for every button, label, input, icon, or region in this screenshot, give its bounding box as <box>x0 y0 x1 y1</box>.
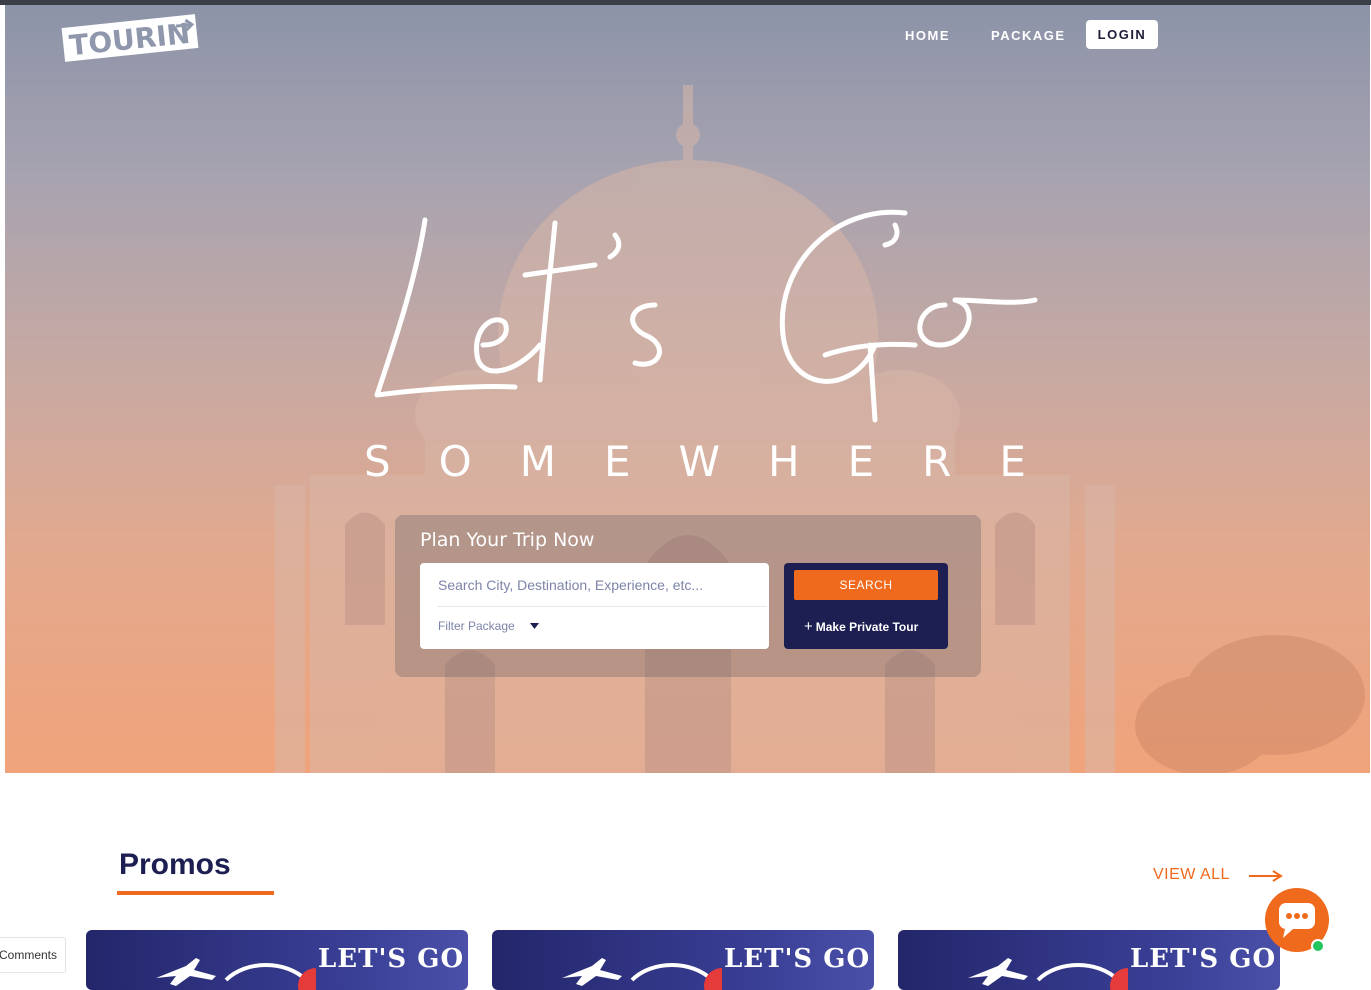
search-divider <box>437 606 767 607</box>
make-private-tour-button[interactable]: + Make Private Tour <box>804 618 918 635</box>
filter-package-dropdown[interactable]: Filter Package <box>438 619 515 633</box>
plan-trip-title: Plan Your Trip Now <box>420 529 595 551</box>
arrow-right-icon[interactable] <box>1249 870 1283 882</box>
promo-banner-text: LET'S GO <box>724 944 871 974</box>
promo-card[interactable]: LET'S GO <box>492 930 874 990</box>
plus-icon: + <box>804 618 813 635</box>
lets-go-script-headline <box>374 209 1038 423</box>
trip-planner-panel: Plan Your Trip Now Filter Package SEARCH… <box>395 515 981 677</box>
promos-heading: Promos <box>119 848 231 881</box>
promo-card[interactable]: LET'S GO <box>86 930 468 990</box>
chevron-down-icon[interactable] <box>530 621 539 630</box>
comments-tab[interactable]: Comments <box>0 937 66 973</box>
search-card: Filter Package <box>420 563 769 649</box>
promo-banner-text: LET'S GO <box>318 944 465 974</box>
hero-section: TOURIN HOME PACKAGE LOGIN SOMEWHERE Plan… <box>5 5 1370 773</box>
nav-home-link[interactable]: HOME <box>905 28 950 43</box>
view-all-promos-link[interactable]: VIEW ALL <box>1153 866 1230 884</box>
promo-card[interactable]: LET'S GO <box>898 930 1280 990</box>
make-private-tour-label: Make Private Tour <box>815 620 919 634</box>
airplane-icon <box>156 958 316 990</box>
search-button[interactable]: SEARCH <box>794 570 938 600</box>
promo-banner-text: LET'S GO <box>1130 944 1277 974</box>
airplane-icon <box>562 958 722 990</box>
destination-search-input[interactable] <box>420 563 769 607</box>
online-status-dot <box>1311 939 1325 953</box>
somewhere-subheadline: SOMEWHERE <box>364 437 1074 486</box>
login-button[interactable]: LOGIN <box>1086 20 1158 49</box>
airplane-icon <box>968 958 1128 990</box>
search-actions-card: SEARCH + Make Private Tour <box>784 563 948 649</box>
promos-heading-underline <box>117 891 274 895</box>
main-nav: HOME PACKAGE LOGIN <box>5 20 1370 50</box>
nav-package-link[interactable]: PACKAGE <box>991 28 1066 43</box>
